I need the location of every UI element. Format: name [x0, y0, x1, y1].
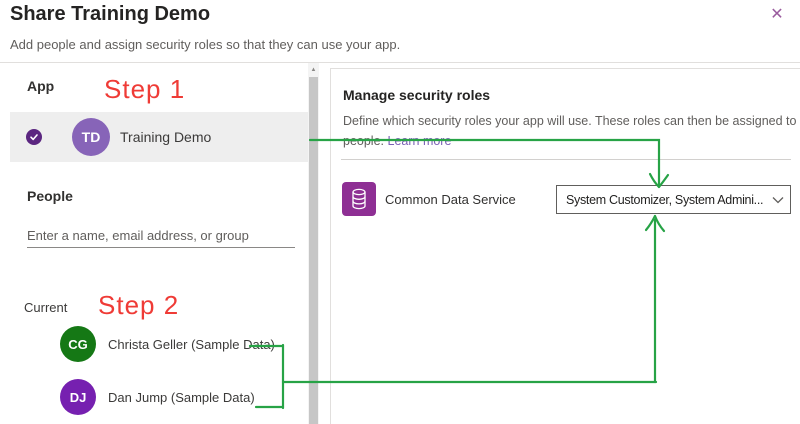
database-icon	[342, 182, 376, 216]
roles-description: Define which security roles your app wil…	[343, 111, 800, 151]
security-roles-dropdown[interactable]: System Customizer, System Admini...	[556, 185, 791, 214]
dialog-subtitle: Add people and assign security roles so …	[10, 37, 401, 52]
user-name: Christa Geller (Sample Data)	[108, 336, 275, 352]
people-section-label: People	[27, 188, 73, 204]
app-list-item-training-demo[interactable]: TD Training Demo	[10, 112, 308, 162]
header-divider	[0, 62, 800, 63]
user-name: Dan Jump (Sample Data)	[108, 389, 255, 405]
roles-dropdown-value: System Customizer, System Admini...	[566, 192, 764, 207]
current-label: Current	[24, 300, 68, 315]
dialog-title: Share Training Demo	[10, 3, 211, 25]
selected-check-icon	[26, 129, 42, 145]
step1-annotation: Step 1	[104, 74, 186, 104]
user-avatar: CG	[60, 326, 96, 362]
roles-divider	[341, 159, 791, 160]
service-name: Common Data Service	[385, 191, 516, 207]
step2-annotation: Step 2	[98, 290, 180, 320]
left-panel-scrollbar[interactable]: ▲	[308, 63, 319, 424]
user-list-item[interactable]: DJ Dan Jump (Sample Data)	[60, 378, 300, 416]
scrollbar-thumb[interactable]	[309, 77, 318, 424]
app-section-label: App	[27, 78, 55, 94]
app-avatar: TD	[72, 118, 110, 156]
user-avatar: DJ	[60, 379, 96, 415]
learn-more-link[interactable]: Learn more	[388, 134, 452, 148]
close-button[interactable]: ✕	[764, 1, 790, 27]
app-name: Training Demo	[120, 129, 212, 145]
user-list-item[interactable]: CG Christa Geller (Sample Data)	[60, 325, 300, 363]
people-search-input[interactable]	[27, 224, 295, 248]
close-icon: ✕	[770, 6, 784, 23]
share-app-dialog: Share Training Demo ✕ Add people and ass…	[0, 0, 800, 424]
scrollbar-up-icon[interactable]: ▲	[308, 63, 319, 76]
chevron-down-icon	[772, 196, 784, 203]
manage-roles-panel: Manage security roles Define which secur…	[330, 68, 800, 424]
roles-heading: Manage security roles	[343, 87, 491, 103]
